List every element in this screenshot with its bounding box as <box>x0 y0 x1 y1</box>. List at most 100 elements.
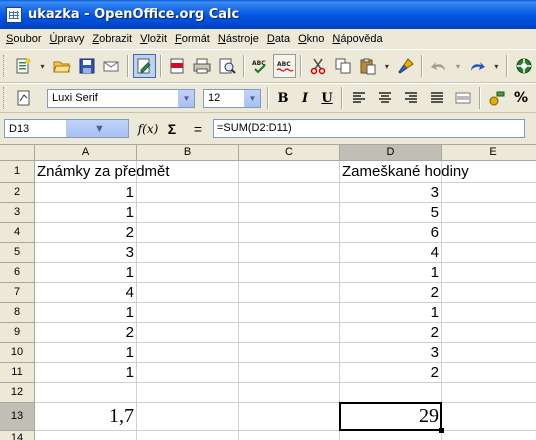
styles-formatting-icon[interactable] <box>12 86 36 110</box>
column-header-b[interactable]: B <box>137 145 239 161</box>
underline-button[interactable]: U <box>316 87 338 109</box>
cell-a12[interactable] <box>35 383 137 403</box>
menu-1[interactable]: Úpravy <box>45 29 88 49</box>
cell-b9[interactable] <box>137 323 239 343</box>
row-header-10[interactable]: 10 <box>0 343 35 363</box>
cell-a13[interactable]: 1,7 <box>35 403 137 431</box>
cell-e11[interactable] <box>442 363 536 383</box>
save-disk-icon[interactable] <box>75 54 98 78</box>
function-button[interactable]: = <box>187 118 209 140</box>
edit-file-icon[interactable] <box>132 54 156 78</box>
cell-e4[interactable] <box>442 223 536 243</box>
redo-dropdown-arrow-icon[interactable]: ▾ <box>491 54 502 78</box>
undo-arrow-icon[interactable] <box>427 54 450 78</box>
menu-0[interactable]: Soubor <box>2 29 45 49</box>
cell-d12[interactable] <box>340 383 442 403</box>
cell-b10[interactable] <box>137 343 239 363</box>
paste-dropdown-arrow-icon[interactable]: ▾ <box>381 54 392 78</box>
cell-d13[interactable]: 29 <box>340 403 442 431</box>
new-dropdown-arrow-icon[interactable]: ▾ <box>37 54 48 78</box>
column-header-d[interactable]: D <box>340 145 442 161</box>
cell-c14[interactable] <box>239 431 340 440</box>
currency-format-icon[interactable] <box>485 86 509 110</box>
cell-d9[interactable]: 2 <box>340 323 442 343</box>
cell-a5[interactable]: 3 <box>35 243 137 263</box>
page-preview-icon[interactable] <box>216 54 239 78</box>
function-wizard-button[interactable]: f(x) <box>137 118 159 140</box>
menu-4[interactable]: Formát <box>171 29 214 49</box>
cell-d11[interactable]: 2 <box>340 363 442 383</box>
cell-c8[interactable] <box>239 303 340 323</box>
cell-c10[interactable] <box>239 343 340 363</box>
cell-c7[interactable] <box>239 283 340 303</box>
cell-b14[interactable] <box>137 431 239 440</box>
cell-a7[interactable]: 4 <box>35 283 137 303</box>
cell-d2[interactable]: 3 <box>340 183 442 203</box>
print-icon[interactable] <box>191 54 214 78</box>
font-size-dropdown-icon[interactable]: ▼ <box>244 89 260 107</box>
cell-a14[interactable] <box>35 431 137 440</box>
cell-c6[interactable] <box>239 263 340 283</box>
align-center-icon[interactable] <box>373 86 397 110</box>
cell-b2[interactable] <box>137 183 239 203</box>
align-left-icon[interactable] <box>347 86 371 110</box>
row-header-8[interactable]: 8 <box>0 303 35 323</box>
cell-e8[interactable] <box>442 303 536 323</box>
justify-icon[interactable] <box>425 86 449 110</box>
spellcheck-icon[interactable]: ABC <box>249 54 272 78</box>
new-document-icon[interactable] <box>12 54 35 78</box>
navigator-icon[interactable] <box>512 54 535 78</box>
font-name-box[interactable]: Luxi Serif ▼ <box>47 88 195 108</box>
cell-d5[interactable]: 4 <box>340 243 442 263</box>
row-header-2[interactable]: 2 <box>0 183 35 203</box>
menu-2[interactable]: Zobrazit <box>88 29 136 49</box>
cell-e14[interactable] <box>442 431 536 440</box>
cell-d1[interactable]: Zameškané hodiny <box>340 161 469 183</box>
cell-b5[interactable] <box>137 243 239 263</box>
row-header-9[interactable]: 9 <box>0 323 35 343</box>
row-header-6[interactable]: 6 <box>0 263 35 283</box>
cell-d7[interactable]: 2 <box>340 283 442 303</box>
cell-a8[interactable]: 1 <box>35 303 137 323</box>
open-folder-icon[interactable] <box>50 54 73 78</box>
cell-d4[interactable]: 6 <box>340 223 442 243</box>
cell-e9[interactable] <box>442 323 536 343</box>
cell-a11[interactable]: 1 <box>35 363 137 383</box>
menu-6[interactable]: Data <box>263 29 294 49</box>
row-header-3[interactable]: 3 <box>0 203 35 223</box>
cell-c9[interactable] <box>239 323 340 343</box>
cell-a1[interactable]: Známky za předmět <box>35 161 170 183</box>
cell-e10[interactable] <box>442 343 536 363</box>
font-name-value[interactable]: Luxi Serif <box>48 92 178 104</box>
cell-d14[interactable] <box>340 431 442 440</box>
email-document-icon[interactable] <box>100 54 123 78</box>
cell-a9[interactable]: 2 <box>35 323 137 343</box>
font-size-value[interactable]: 12 <box>204 92 244 104</box>
cell-b3[interactable] <box>137 203 239 223</box>
cell-a6[interactable]: 1 <box>35 263 137 283</box>
cell-b11[interactable] <box>137 363 239 383</box>
cell-b12[interactable] <box>137 383 239 403</box>
percent-format-button[interactable]: % <box>510 87 532 109</box>
row-header-5[interactable]: 5 <box>0 243 35 263</box>
row-header-14[interactable]: 14 <box>0 431 35 440</box>
menu-3[interactable]: Vložit <box>136 29 171 49</box>
cell-b6[interactable] <box>137 263 239 283</box>
align-right-icon[interactable] <box>399 86 423 110</box>
column-header-c[interactable]: C <box>239 145 340 161</box>
row-header-7[interactable]: 7 <box>0 283 35 303</box>
cell-c1[interactable] <box>239 161 340 183</box>
row-header-11[interactable]: 11 <box>0 363 35 383</box>
fill-handle[interactable] <box>439 428 444 433</box>
merge-cells-icon[interactable] <box>451 86 475 110</box>
cell-c11[interactable] <box>239 363 340 383</box>
redo-arrow-icon[interactable] <box>466 54 489 78</box>
cell-e7[interactable] <box>442 283 536 303</box>
cell-a2[interactable]: 1 <box>35 183 137 203</box>
undo-dropdown-arrow-icon[interactable]: ▾ <box>452 54 463 78</box>
column-header-e[interactable]: E <box>442 145 536 161</box>
calc-app-icon[interactable] <box>6 6 22 23</box>
menu-7[interactable]: Okno <box>294 29 328 49</box>
cell-a4[interactable]: 2 <box>35 223 137 243</box>
row-header-13[interactable]: 13 <box>0 403 35 431</box>
